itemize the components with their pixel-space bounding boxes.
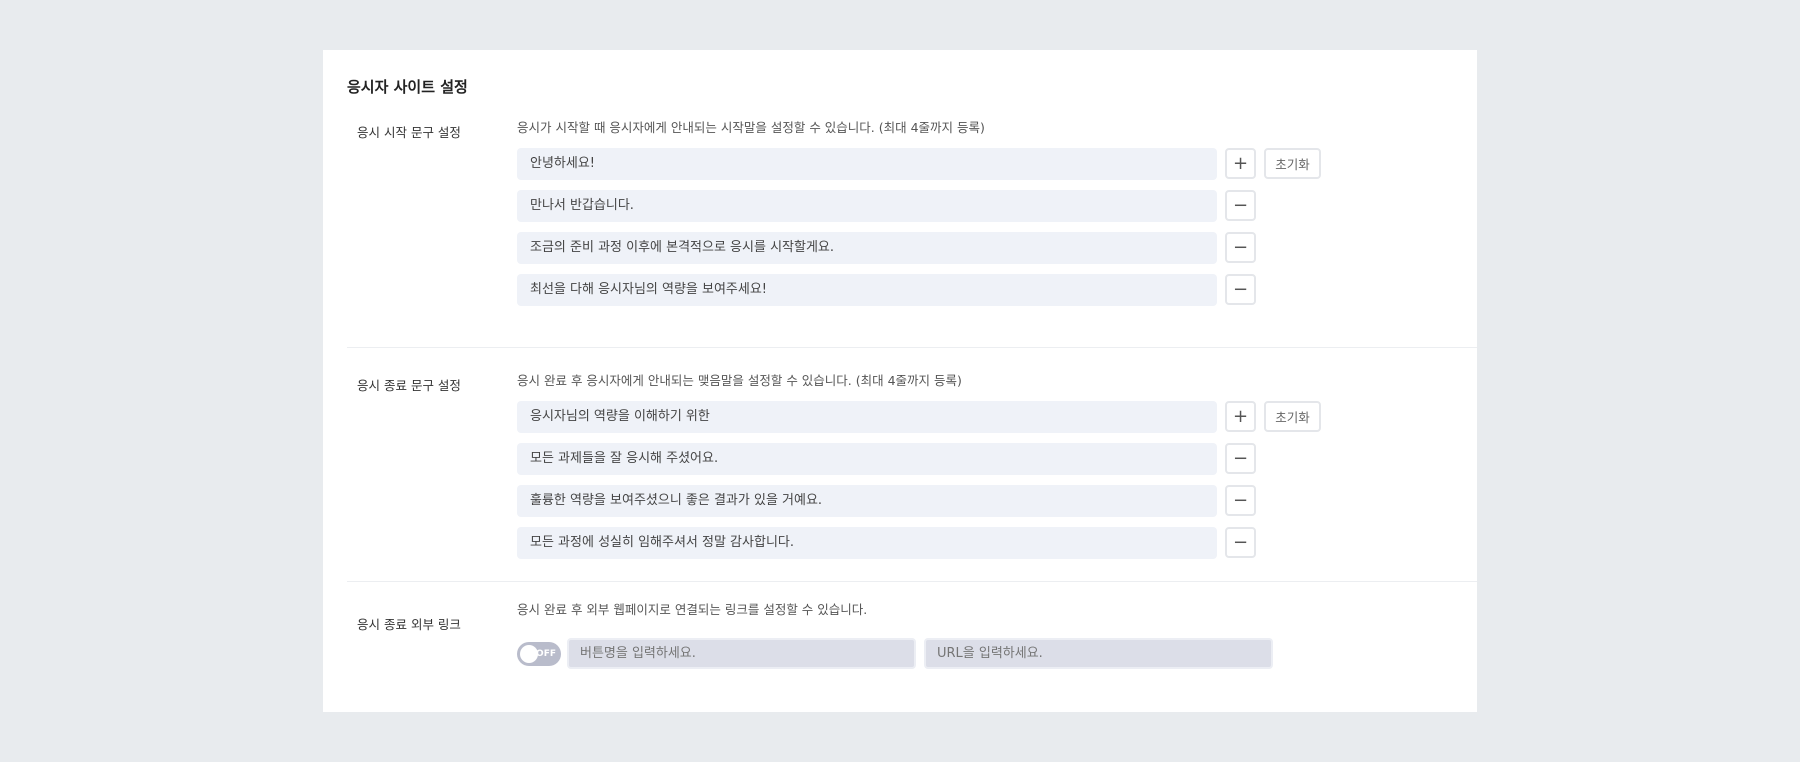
start-message-section: 응시 시작 문구 설정 응시가 시작할 때 응시자에게 안내되는 시작말을 설정…	[347, 114, 1477, 348]
remove-line-button[interactable]: −	[1225, 527, 1256, 558]
url-input[interactable]	[924, 638, 1273, 669]
end-message-section: 응시 종료 문구 설정 응시 완료 후 응시자에게 안내되는 맺음말을 설정할 …	[347, 348, 1477, 582]
page-title: 응시자 사이트 설정	[347, 78, 468, 96]
end-line-input[interactable]	[517, 484, 1217, 517]
reset-button[interactable]: 초기화	[1264, 148, 1321, 179]
button-name-input[interactable]	[567, 638, 916, 669]
toggle-knob	[520, 644, 538, 663]
reset-button[interactable]: 초기화	[1264, 401, 1321, 432]
end-line-input[interactable]	[517, 400, 1217, 433]
toggle-state: OFF	[536, 648, 556, 659]
section-description: 응시 완료 후 응시자에게 안내되는 맺음말을 설정할 수 있습니다. (최대 …	[517, 373, 962, 388]
remove-line-button[interactable]: −	[1225, 485, 1256, 516]
end-line-input[interactable]	[517, 526, 1217, 559]
section-label: 응시 종료 문구 설정	[357, 378, 461, 393]
start-line-input[interactable]	[517, 189, 1217, 222]
section-description: 응시 완료 후 외부 웹페이지로 연결되는 링크를 설정할 수 있습니다.	[517, 602, 868, 617]
add-line-button[interactable]: +	[1225, 148, 1256, 179]
start-line-input[interactable]	[517, 231, 1217, 264]
add-line-button[interactable]: +	[1225, 401, 1256, 432]
external-link-toggle[interactable]: OFF	[517, 641, 561, 666]
section-label: 응시 종료 외부 링크	[357, 617, 461, 632]
remove-line-button[interactable]: −	[1225, 232, 1256, 263]
remove-line-button[interactable]: −	[1225, 190, 1256, 221]
end-line-input[interactable]	[517, 442, 1217, 475]
start-line-input[interactable]	[517, 147, 1217, 180]
remove-line-button[interactable]: −	[1225, 274, 1256, 305]
start-line-input[interactable]	[517, 273, 1217, 306]
remove-line-button[interactable]: −	[1225, 443, 1256, 474]
section-description: 응시가 시작할 때 응시자에게 안내되는 시작말을 설정할 수 있습니다. (최…	[517, 120, 985, 135]
section-label: 응시 시작 문구 설정	[357, 125, 461, 140]
external-link-section: 응시 종료 외부 링크 응시 완료 후 외부 웹페이지로 연결되는 링크를 설정…	[347, 582, 1477, 702]
site-settings-card: 응시자 사이트 설정 응시 시작 문구 설정 응시가 시작할 때 응시자에게 안…	[323, 50, 1477, 712]
